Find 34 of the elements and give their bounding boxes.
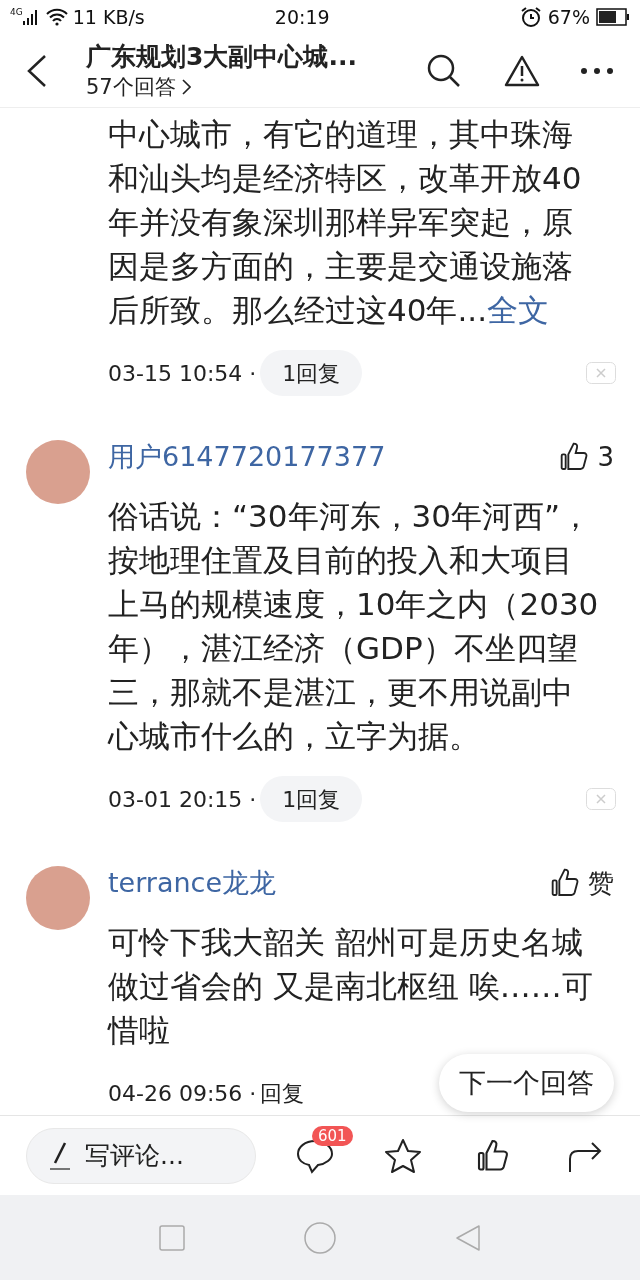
page-title: 广东规划3大副中心城...: [86, 40, 358, 73]
signal-icon: [22, 9, 37, 25]
like-button[interactable]: 3: [559, 437, 614, 477]
username[interactable]: terrance龙龙: [108, 862, 550, 904]
comment-time: 03-15 10:54 ·: [108, 359, 257, 388]
next-answer-button[interactable]: 下一个回答: [439, 1054, 614, 1112]
comment-count-badge: 601: [312, 1125, 353, 1146]
battery-icon: [596, 8, 630, 26]
username[interactable]: 用户6147720177377: [108, 436, 560, 478]
star-icon[interactable]: [384, 1137, 422, 1174]
answer-count-link[interactable]: 57个回答: [86, 72, 191, 101]
full-text-link[interactable]: 全文: [487, 292, 549, 328]
reply-count-button[interactable]: 1回复: [260, 776, 363, 822]
comment-text: 俗话说：“30年河东，30年河西”，按地理住置及目前的投入和大项目上马的规模速度，10年之内（2030年），湛江经济（GDP）不坐四望三，那就不是湛江，更不用说副中心城市什么的，立字为据。: [108, 497, 600, 756]
back-icon[interactable]: [26, 53, 48, 88]
comment-text: 中心城市，有它的道理，其中珠海和汕头均是经济特区，改革开放40年并没有象深圳那样异军突起，原因是多方面的，主要是交通设施落后所致。那么经过这40年...全文: [108, 115, 583, 330]
warning-icon[interactable]: [504, 54, 540, 87]
comment-time: 03-01 20:15 ·: [108, 785, 257, 814]
more-icon[interactable]: [580, 66, 614, 75]
comment-text: 可怜下我大韶关 韶州可是历史名城做过省会的 又是南北枢纽 唉……可惜啦: [108, 923, 594, 1050]
network-type: 4G: [10, 8, 23, 17]
reply-count-button[interactable]: 1回复: [260, 350, 363, 396]
network-speed: 11 KB/s: [72, 4, 145, 30]
wifi-icon: [44, 8, 69, 26]
search-icon[interactable]: [426, 52, 462, 89]
clock-time: 20:19: [273, 4, 331, 30]
reply-button[interactable]: 回复: [260, 1076, 305, 1110]
alarm-icon: [519, 6, 542, 28]
like-button[interactable]: 赞: [550, 863, 614, 903]
pen-icon: [49, 1140, 71, 1171]
comment-input-field[interactable]: 写评论...: [26, 1127, 256, 1184]
chevron-right-icon: [181, 78, 191, 95]
comment-time: 04-26 09:56 ·: [108, 1079, 257, 1108]
battery-percent: 67%: [547, 4, 590, 30]
